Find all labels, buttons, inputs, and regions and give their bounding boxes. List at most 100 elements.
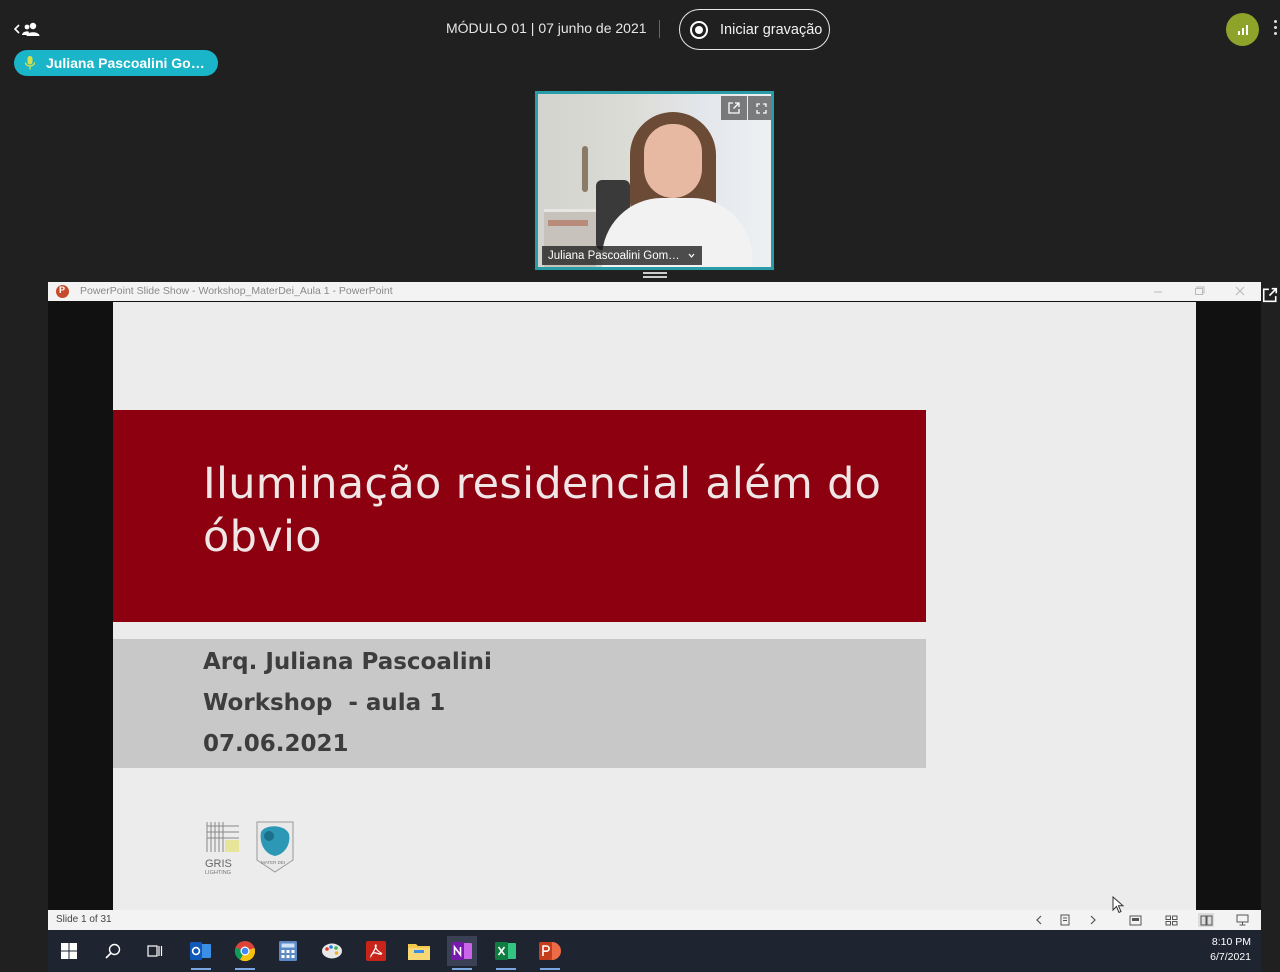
video-participant-menu[interactable]: Juliana Pascoalini Gom… — [542, 246, 702, 265]
more-options-button[interactable] — [1274, 20, 1280, 40]
slide-workshop: Workshop - aula 1 — [203, 690, 446, 716]
gris-lighting-logo: GRIS LIGHTING — [205, 820, 241, 876]
slide-title: Iluminação residencial além do óbvio — [203, 458, 913, 564]
previous-slide-button[interactable] — [1030, 913, 1046, 927]
participant-video-tile[interactable]: Juliana Pascoalini Gom… — [535, 91, 774, 270]
active-indicator — [191, 968, 211, 970]
dot-icon — [1274, 26, 1277, 29]
start-button[interactable] — [54, 936, 84, 966]
taskbar-calculator[interactable] — [273, 936, 303, 966]
signal-bar-icon — [1237, 31, 1240, 35]
active-indicator — [540, 968, 560, 970]
slide-sorter-button[interactable] — [1163, 913, 1179, 927]
video-fullscreen-button[interactable] — [748, 96, 771, 120]
people-icon — [22, 22, 40, 36]
gris-logo-icon — [206, 822, 239, 852]
chevron-left-icon — [14, 24, 20, 34]
slide-title-line-2: óbvio — [203, 512, 322, 562]
slide-date: 07.06.2021 — [203, 731, 349, 757]
share-popout-icon[interactable] — [1262, 287, 1278, 303]
slide-subtitle-box: Arq. Juliana Pascoalini Workshop - aula … — [113, 639, 926, 768]
record-label: Iniciar gravação — [720, 21, 823, 38]
dot-icon — [1274, 20, 1277, 23]
connection-quality-button[interactable] — [1226, 13, 1259, 46]
chevron-down-icon — [688, 253, 695, 258]
taskbar-outlook[interactable] — [186, 936, 216, 970]
slide-author: Arq. Juliana Pascoalini — [203, 649, 492, 675]
gris-logo-text: GRIS — [205, 858, 232, 870]
slides-icon — [1060, 914, 1070, 926]
taskbar-powerpoint[interactable] — [535, 936, 565, 970]
taskbar-date: 6/7/2021 — [1210, 951, 1251, 963]
taskbar-chrome[interactable] — [230, 936, 260, 970]
ppt-window-title: PowerPoint Slide Show - Workshop_MaterDe… — [80, 285, 393, 297]
resize-handle[interactable] — [643, 270, 667, 278]
dot-icon — [1274, 32, 1277, 35]
video-figurine — [582, 146, 588, 192]
active-indicator — [452, 968, 472, 970]
ppt-status-bar: Slide 1 of 31 — [48, 910, 1261, 930]
taskbar-excel[interactable] — [491, 936, 521, 970]
gris-logo-subtext: LIGHTING — [205, 870, 231, 876]
minimize-icon[interactable] — [1150, 284, 1166, 299]
chrome-icon — [234, 941, 256, 962]
signal-bar-icon — [1245, 25, 1248, 35]
windows-taskbar: 8:10 PM 6/7/2021 — [48, 930, 1261, 972]
calculator-icon — [279, 941, 297, 961]
taskbar-clock[interactable]: 8:10 PM 6/7/2021 — [1210, 935, 1251, 965]
slide-menu-button[interactable] — [1057, 913, 1073, 927]
slide-title-line-1: Iluminação residencial além do — [203, 459, 882, 509]
onenote-icon — [451, 942, 472, 960]
record-icon — [690, 20, 708, 39]
fullscreen-icon — [755, 102, 767, 114]
grid-icon — [1165, 915, 1177, 925]
chevron-right-icon — [1090, 915, 1096, 925]
active-speaker-name: Juliana Pascoalini Go… — [46, 55, 205, 71]
search-icon — [105, 943, 121, 959]
excel-icon — [495, 942, 516, 960]
slide-title-box: Iluminação residencial além do óbvio — [113, 410, 926, 622]
video-person-face — [644, 124, 702, 198]
active-speaker-pill[interactable]: Juliana Pascoalini Go… — [14, 50, 218, 76]
microphone-icon — [24, 56, 36, 70]
palette-icon — [322, 943, 342, 959]
video-participant-name: Juliana Pascoalini Gom… — [548, 249, 680, 262]
slideshow-view-button[interactable] — [1234, 913, 1250, 927]
title-divider — [659, 20, 660, 38]
task-view-icon — [147, 945, 163, 957]
popout-icon — [728, 102, 740, 114]
active-indicator — [496, 968, 516, 970]
task-view-button[interactable] — [140, 936, 170, 966]
mater-dei-text: MATER DEI — [261, 860, 286, 865]
restore-icon[interactable] — [1191, 284, 1207, 299]
signal-bar-icon — [1241, 28, 1244, 35]
taskbar-file-explorer[interactable] — [404, 936, 434, 966]
next-slide-button[interactable] — [1085, 913, 1101, 927]
taskbar-onenote[interactable] — [447, 936, 477, 970]
meeting-title: MÓDULO 01 | 07 junho de 2021 — [446, 20, 647, 36]
mouse-cursor-icon — [1112, 896, 1125, 914]
mater-dei-shield-icon — [256, 821, 294, 873]
taskbar-acrobat[interactable] — [361, 936, 391, 966]
taskbar-time: 8:10 PM — [1211, 936, 1251, 948]
windows-logo-icon — [61, 943, 77, 959]
folder-icon — [408, 944, 430, 960]
taskbar-paint[interactable] — [317, 936, 347, 966]
normal-view-button[interactable] — [1127, 913, 1143, 927]
active-indicator — [235, 968, 255, 970]
normal-view-icon — [1129, 915, 1141, 925]
mater-dei-logo: MATER DEI — [255, 820, 295, 874]
reading-view-button[interactable] — [1198, 913, 1214, 927]
ppt-title-bar: PowerPoint Slide Show - Workshop_MaterDe… — [48, 282, 1261, 301]
acrobat-icon — [366, 941, 386, 961]
outlook-icon — [190, 942, 211, 960]
shared-screen-powerpoint: PowerPoint Slide Show - Workshop_MaterDe… — [48, 282, 1261, 972]
close-icon[interactable] — [1232, 284, 1248, 299]
presentation-slide: Iluminação residencial além do óbvio Arq… — [113, 302, 1196, 910]
video-popout-button[interactable] — [721, 96, 747, 120]
search-button[interactable] — [98, 936, 128, 966]
book-icon — [1200, 915, 1212, 925]
chevron-left-icon — [1035, 915, 1041, 925]
start-recording-button[interactable]: Iniciar gravação — [679, 9, 830, 50]
participants-button[interactable] — [14, 18, 42, 40]
